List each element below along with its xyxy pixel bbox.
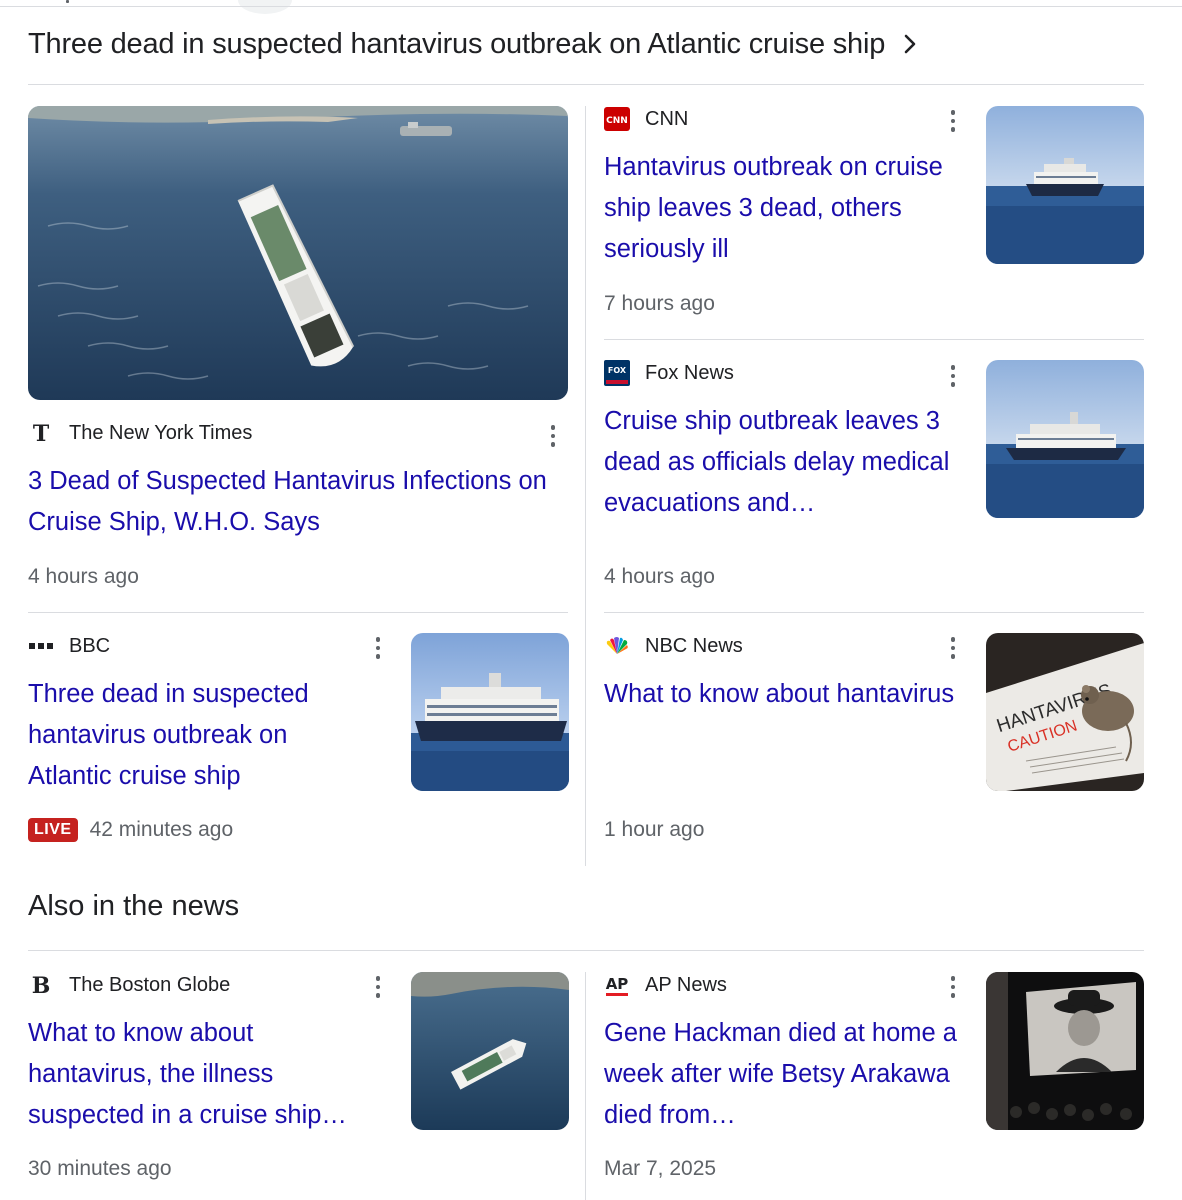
source-name: NBC News <box>645 634 743 657</box>
scroll-remnant <box>238 0 292 14</box>
bbc-logo-icon <box>28 633 54 659</box>
top-divider <box>0 6 1182 7</box>
story-title-link[interactable]: Three dead in suspected hantavirus outbr… <box>28 674 368 797</box>
story-title-link[interactable]: Gene Hackman died at home a week after w… <box>604 1013 974 1136</box>
time-text: 42 minutes ago <box>89 818 234 841</box>
cnn-logo-icon: CNN <box>604 106 630 132</box>
nyt-logo-icon: T <box>28 420 54 446</box>
source-name: AP News <box>645 973 727 996</box>
story-title-link[interactable]: What to know about hantavirus, the illne… <box>28 1013 378 1136</box>
svg-text:AP: AP <box>606 975 629 993</box>
also-in-the-news-heading: Also in the news <box>28 890 240 922</box>
scroll-remnant-dot <box>66 0 69 3</box>
header-divider <box>28 84 1144 85</box>
story-source: NBC News <box>604 633 743 659</box>
more-options-icon[interactable] <box>941 361 965 391</box>
time-text: Mar 7, 2025 <box>604 1157 717 1180</box>
story-thumbnail-cruise-ship[interactable] <box>986 106 1144 264</box>
nbc-peacock-icon <box>604 633 630 659</box>
story-thumbnail-cruise-ship[interactable] <box>986 360 1144 518</box>
story-time: 4 hours ago <box>28 565 139 589</box>
more-options-icon[interactable] <box>941 972 965 1002</box>
time-text: 4 hours ago <box>604 565 715 588</box>
story-source: B The Boston Globe <box>28 972 231 998</box>
story-source: T The New York Times <box>28 420 253 446</box>
column-divider <box>585 972 586 1200</box>
story-source: BBC <box>28 633 110 659</box>
boston-globe-logo-icon: B <box>28 972 54 998</box>
more-options-icon[interactable] <box>366 633 390 663</box>
more-options-icon[interactable] <box>941 633 965 663</box>
more-options-icon[interactable] <box>941 106 965 136</box>
svg-text:FOX: FOX <box>608 366 627 375</box>
story-header-title: Three dead in suspected hantavirus outbr… <box>28 27 886 60</box>
story-source: FOX Fox News <box>604 360 734 386</box>
story-header-link[interactable]: Three dead in suspected hantavirus outbr… <box>28 20 921 68</box>
story-source: CNN CNN <box>604 106 688 132</box>
more-options-icon[interactable] <box>366 972 390 1002</box>
column-divider <box>585 106 586 866</box>
story-source: AP AP News <box>604 972 727 998</box>
story-time: 1 hour ago <box>604 818 704 842</box>
source-name: BBC <box>69 634 111 657</box>
live-badge: LIVE <box>28 818 78 842</box>
story-time: Mar 7, 2025 <box>604 1157 716 1181</box>
source-name: Fox News <box>645 361 734 384</box>
svg-text:CNN: CNN <box>606 116 628 126</box>
fox-news-logo-icon: FOX <box>604 360 630 386</box>
source-name: CNN <box>645 107 689 130</box>
svg-text:B: B <box>32 973 51 997</box>
story-title-link[interactable]: Cruise ship outbreak leaves 3 dead as of… <box>604 401 974 524</box>
source-name: The Boston Globe <box>69 973 231 996</box>
story-divider <box>604 339 1144 340</box>
story-image-cruise-aerial[interactable] <box>28 106 568 400</box>
svg-text:T: T <box>33 421 50 445</box>
more-options-icon[interactable] <box>541 421 565 451</box>
story-thumbnail-hantavirus-caution[interactable]: HANTAVIRUS CAUTION <box>986 633 1144 791</box>
story-title-link[interactable]: Hantavirus outbreak on cruise ship leave… <box>604 147 966 270</box>
time-text: 4 hours ago <box>28 565 139 588</box>
section-divider <box>28 950 1144 951</box>
time-text: 30 minutes ago <box>28 1157 172 1180</box>
story-time: 30 minutes ago <box>28 1157 172 1181</box>
story-divider <box>604 612 1144 613</box>
story-time: LIVE 42 minutes ago <box>28 818 233 842</box>
story-time: 7 hours ago <box>604 292 715 316</box>
time-text: 1 hour ago <box>604 818 705 841</box>
story-thumbnail-gene-hackman[interactable] <box>986 972 1144 1130</box>
story-divider <box>28 612 568 613</box>
story-thumbnail-cruise-aerial[interactable] <box>411 972 569 1130</box>
chevron-right-icon <box>899 33 921 55</box>
story-title-link[interactable]: What to know about hantavirus <box>604 674 966 715</box>
source-name: The New York Times <box>69 421 253 444</box>
story-title-link[interactable]: 3 Dead of Suspected Hantavirus Infection… <box>28 461 568 543</box>
time-text: 7 hours ago <box>604 292 715 315</box>
story-time: 4 hours ago <box>604 565 715 589</box>
ap-news-logo-icon: AP <box>604 972 630 998</box>
story-thumbnail-cruise-ship[interactable] <box>411 633 569 791</box>
